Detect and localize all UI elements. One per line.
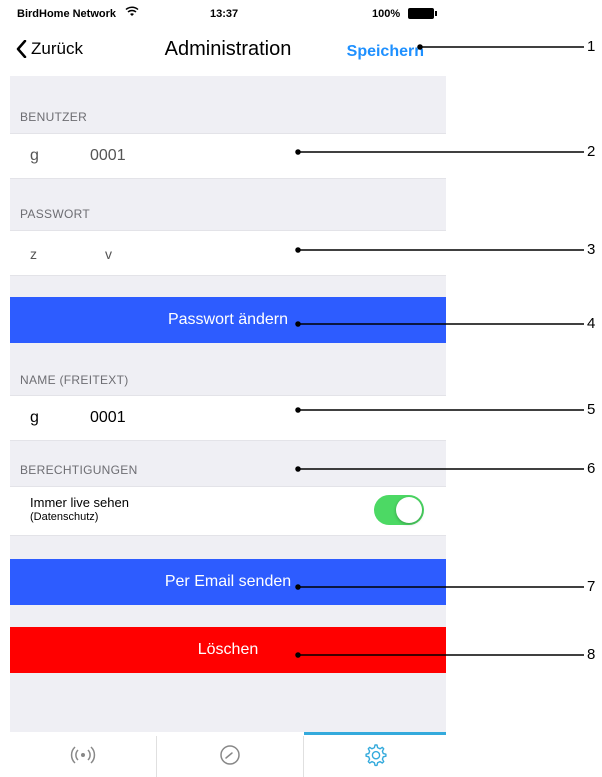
user-value-prefix: g xyxy=(30,147,39,164)
section-label-permissions: BERECHTIGUNGEN xyxy=(20,463,138,477)
section-label-password: PASSWORT xyxy=(20,207,90,221)
toggle-knob xyxy=(396,497,422,523)
carrier-name: BirdHome Network xyxy=(17,8,117,20)
callout-number: 2 xyxy=(587,143,596,160)
name-value-number: 0001 xyxy=(90,409,126,426)
tab-live[interactable] xyxy=(10,732,155,777)
live-permission-toggle[interactable] xyxy=(374,495,424,525)
password-field[interactable]: z v xyxy=(10,230,446,276)
wifi-icon xyxy=(125,6,139,20)
change-password-button[interactable]: Passwort ändern xyxy=(10,297,446,343)
live-permission-label: Immer live sehen xyxy=(30,495,129,510)
tab-settings[interactable] xyxy=(304,732,446,777)
navigation-bar: Zurück Administration Speichern xyxy=(10,30,446,76)
delete-button[interactable]: Löschen xyxy=(10,627,446,673)
user-field[interactable]: g 0001 xyxy=(10,133,446,179)
name-field[interactable]: g 0001 xyxy=(10,395,446,441)
password-value-suffix: v xyxy=(105,246,112,262)
callout-number: 5 xyxy=(587,401,596,418)
live-permission-sublabel: (Datenschutz) xyxy=(30,511,99,523)
callout-number: 8 xyxy=(587,646,596,663)
save-button[interactable]: Speichern xyxy=(347,43,424,61)
section-label-name: NAME (FREITEXT) xyxy=(20,373,129,387)
callout-number: 1 xyxy=(587,38,596,55)
phone-screen: BirdHome Network 13:37 100% Zurück Admin… xyxy=(10,0,446,777)
password-value-prefix: z xyxy=(30,246,37,262)
callout-number: 6 xyxy=(587,460,596,477)
callout-number: 4 xyxy=(587,315,596,332)
user-value-number: 0001 xyxy=(90,147,126,164)
send-email-button[interactable]: Per Email senden xyxy=(10,559,446,605)
status-bar: BirdHome Network 13:37 100% xyxy=(10,0,446,30)
battery-percent: 100% xyxy=(372,8,401,20)
status-time: 13:37 xyxy=(210,8,239,20)
tab-history[interactable] xyxy=(157,732,302,777)
clock-icon xyxy=(219,744,240,765)
settings-icon xyxy=(365,743,387,766)
callout-number: 3 xyxy=(587,241,596,258)
name-value-prefix: g xyxy=(30,409,39,426)
live-icon xyxy=(70,745,95,764)
section-label-user: BENUTZER xyxy=(20,110,88,124)
battery-icon xyxy=(408,8,437,19)
callout-number: 7 xyxy=(587,578,596,595)
tab-bar xyxy=(10,732,446,777)
live-permission-row: Immer live sehen (Datenschutz) xyxy=(10,486,446,536)
